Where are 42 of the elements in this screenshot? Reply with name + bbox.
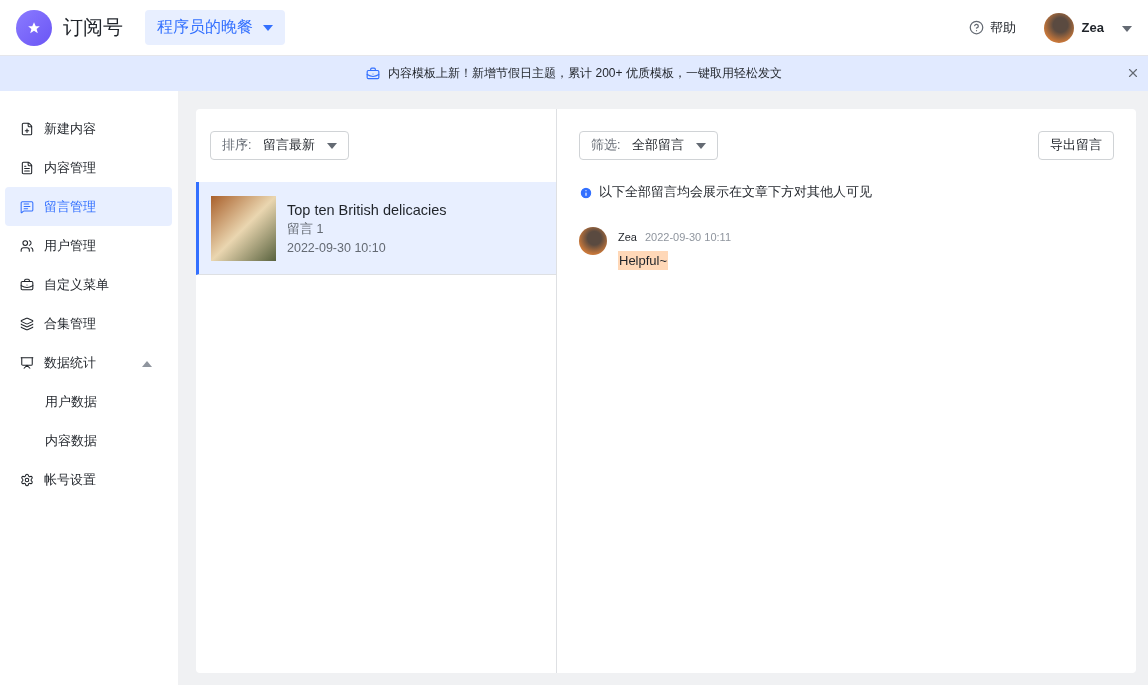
sidebar-item[interactable]: 帐号设置 [5, 460, 172, 499]
sidebar-subitem[interactable]: 内容数据 [5, 421, 172, 460]
help-icon [968, 20, 984, 35]
menu-icon [20, 160, 34, 175]
comment-author: Zea [618, 231, 637, 243]
user-avatar [1043, 12, 1074, 43]
article-title: Top ten British delicacies [287, 201, 447, 218]
menu-icon [20, 238, 34, 253]
sidebar-item[interactable]: 新建内容 [5, 109, 172, 148]
menu-icon [20, 277, 34, 292]
sidebar-item[interactable]: 内容管理 [5, 148, 172, 187]
sort-dropdown[interactable]: 排序: 留言最新 [210, 131, 350, 160]
logo-icon [16, 9, 52, 46]
menu-icon [20, 199, 34, 214]
filter-dropdown[interactable]: 筛选: 全部留言 [579, 131, 719, 160]
sidebar-item[interactable]: 自定义菜单 [5, 265, 172, 304]
account-dropdown[interactable]: 程序员的晚餐 [145, 10, 285, 45]
menu-icon [20, 316, 34, 331]
article-item[interactable]: Top ten British delicacies 留言 1 2022-09-30 10:10 [196, 182, 556, 275]
menu-icon [20, 472, 34, 487]
sidebar-subitem[interactable]: 用户数据 [5, 382, 172, 421]
sidebar-item[interactable]: 数据统计 [5, 343, 172, 382]
comment-text: Helpful~ [618, 251, 669, 270]
briefcase-icon [366, 66, 381, 81]
comment-time: 2022-09-30 10:11 [644, 231, 731, 243]
menu-icon [20, 121, 34, 136]
user-menu[interactable]: Zea [1043, 12, 1132, 43]
notice-text: 以下全部留言均会展示在文章下方对其他人可见 [599, 184, 872, 201]
photo-placeholder [211, 195, 276, 261]
comment-count: 留言 1 [287, 220, 325, 238]
banner-text: 内容模板上新！新增节假日主题，累计 200+ 优质模板，一键取用轻松发文 [388, 65, 782, 82]
sidebar-item[interactable]: 用户管理 [5, 226, 172, 265]
close-button[interactable] [1126, 66, 1140, 80]
info-icon [579, 185, 593, 200]
commenter-avatar [579, 227, 607, 255]
sidebar-item[interactable]: 合集管理 [5, 304, 172, 343]
product-title: 订阅号 [63, 15, 123, 40]
help-link[interactable]: 帮助 [968, 18, 1016, 37]
export-button[interactable]: 导出留言 [1038, 131, 1114, 160]
menu-icon [20, 355, 34, 370]
article-time: 2022-09-30 10:10 [287, 240, 387, 255]
sidebar-item[interactable]: 留言管理 [5, 187, 172, 226]
